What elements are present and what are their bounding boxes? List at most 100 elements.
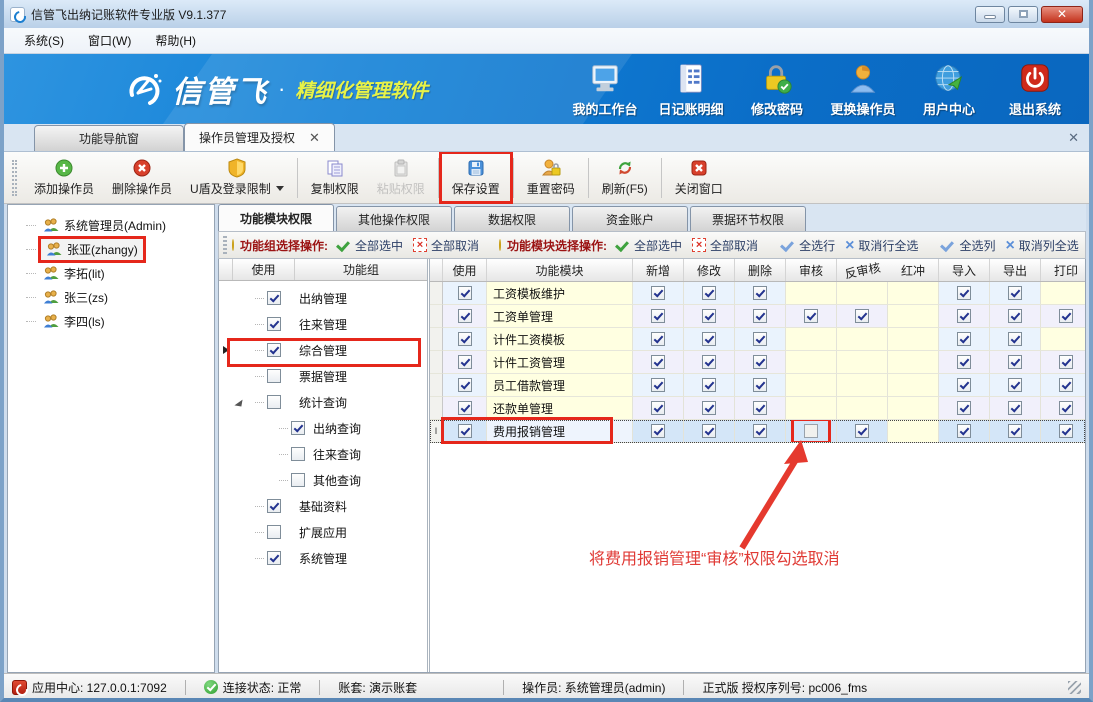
ukey-login-limit-button[interactable]: U盾及登录限制 <box>181 155 293 200</box>
perm-checkbox[interactable] <box>1059 355 1073 369</box>
perm-checkbox[interactable] <box>1008 309 1022 323</box>
shortcut-my-workbench[interactable]: 我的工作台 <box>569 62 641 118</box>
expand-triangle-icon[interactable] <box>234 398 242 406</box>
operator-item-lit[interactable]: 李拓(lit) <box>12 261 210 285</box>
group-select-all-button[interactable]: 全部选中 <box>336 237 403 254</box>
perm-checkbox[interactable] <box>651 401 665 415</box>
group-item[interactable]: 扩展应用 <box>219 519 427 545</box>
maximize-button[interactable] <box>1008 6 1038 23</box>
table-row[interactable]: 员工借款管理 <box>430 374 1085 397</box>
operator-item-ls[interactable]: 李四(ls) <box>12 309 210 333</box>
tab-other-permission[interactable]: 其他操作权限 <box>336 206 452 231</box>
perm-checkbox[interactable] <box>753 332 767 346</box>
reset-password-button[interactable]: 重置密码 <box>518 155 584 200</box>
perm-checkbox[interactable] <box>1008 332 1022 346</box>
group-checkbox[interactable] <box>267 525 281 539</box>
perm-checkbox[interactable] <box>957 401 971 415</box>
perm-checkbox[interactable] <box>702 286 716 300</box>
group-cancel-all-button[interactable]: ×全部取消 <box>413 237 479 254</box>
perm-checkbox[interactable] <box>651 355 665 369</box>
perm-checkbox[interactable] <box>957 309 971 323</box>
group-checkbox[interactable] <box>267 291 281 305</box>
shortcut-user-center[interactable]: 用户中心 <box>913 62 985 118</box>
perm-checkbox[interactable] <box>651 286 665 300</box>
group-item[interactable]: 基础资料 <box>219 493 427 519</box>
perm-checkbox[interactable] <box>1008 286 1022 300</box>
table-row[interactable]: 计件工资模板 <box>430 328 1085 351</box>
copy-permission-button[interactable]: 复制权限 <box>302 155 368 200</box>
tab-operator-management[interactable]: 操作员管理及授权 ✕ <box>184 123 335 151</box>
perm-checkbox[interactable] <box>1008 355 1022 369</box>
use-checkbox[interactable] <box>458 309 472 323</box>
shortcut-switch-operator[interactable]: 更换操作员 <box>827 62 899 118</box>
tab-module-permission[interactable]: 功能模块权限 <box>218 204 334 231</box>
perm-checkbox[interactable] <box>651 332 665 346</box>
shortcut-change-password[interactable]: 修改密码 <box>741 62 813 118</box>
use-checkbox[interactable] <box>458 401 472 415</box>
table-row[interactable]: 还款单管理 <box>430 397 1085 420</box>
use-checkbox[interactable] <box>458 378 472 392</box>
select-col-button[interactable]: 全选列 <box>940 237 995 254</box>
refresh-button[interactable]: 刷新(F5) <box>593 155 657 200</box>
perm-checkbox[interactable] <box>702 378 716 392</box>
operator-item-zs[interactable]: 张三(zs) <box>12 285 210 309</box>
group-checkbox[interactable] <box>291 447 305 461</box>
menu-window[interactable]: 窗口(W) <box>78 29 141 52</box>
group-item[interactable]: 票据管理 <box>219 363 427 389</box>
perm-checkbox[interactable] <box>957 332 971 346</box>
use-checkbox[interactable] <box>458 355 472 369</box>
minimize-button[interactable] <box>975 6 1005 23</box>
perm-checkbox[interactable] <box>651 309 665 323</box>
perm-checkbox[interactable] <box>702 401 716 415</box>
group-item[interactable]: 出纳管理 <box>219 285 427 311</box>
module-cancel-all-button[interactable]: ×全部取消 <box>692 237 758 254</box>
group-item[interactable]: 系统管理 <box>219 545 427 571</box>
perm-checkbox[interactable] <box>651 424 665 438</box>
close-window-button[interactable]: 关闭窗口 <box>666 155 732 200</box>
perm-checkbox[interactable] <box>1059 309 1073 323</box>
perm-checkbox[interactable] <box>753 401 767 415</box>
group-checkbox[interactable] <box>267 369 281 383</box>
table-row[interactable]: 计件工资管理 <box>430 351 1085 374</box>
operator-item-zhangy[interactable]: 张亚(zhangy) <box>12 237 210 261</box>
paste-permission-button[interactable]: 粘贴权限 <box>368 155 434 200</box>
perm-checkbox[interactable] <box>702 332 716 346</box>
use-checkbox[interactable] <box>458 286 472 300</box>
module-select-all-button[interactable]: 全部选中 <box>615 237 682 254</box>
group-checkbox[interactable] <box>267 343 281 357</box>
perm-checkbox[interactable] <box>651 378 665 392</box>
shortcut-exit-system[interactable]: 退出系统 <box>999 62 1071 118</box>
select-row-button[interactable]: 全选行 <box>780 237 835 254</box>
perm-checkbox[interactable] <box>957 286 971 300</box>
group-item-expandable[interactable]: 统计查询 <box>219 389 427 415</box>
tab-close-icon[interactable]: ✕ <box>309 133 320 143</box>
menu-system[interactable]: 系统(S) <box>14 29 74 52</box>
menu-help[interactable]: 帮助(H) <box>145 29 206 52</box>
perm-checkbox[interactable] <box>753 355 767 369</box>
perm-checkbox[interactable] <box>702 309 716 323</box>
group-item-current[interactable]: 综合管理 <box>219 337 427 363</box>
tab-data-permission[interactable]: 数据权限 <box>454 206 570 231</box>
tabstrip-close-icon[interactable]: ✕ <box>1068 130 1079 146</box>
perm-checkbox[interactable] <box>957 355 971 369</box>
delete-operator-button[interactable]: 删除操作员 <box>103 155 181 200</box>
tab-bill-stage-permission[interactable]: 票据环节权限 <box>690 206 806 231</box>
perm-checkbox[interactable] <box>1008 424 1022 438</box>
group-checkbox[interactable] <box>267 317 281 331</box>
tab-function-nav[interactable]: 功能导航窗 <box>34 125 184 151</box>
close-button[interactable]: ✕ <box>1041 6 1083 23</box>
perm-checkbox[interactable] <box>957 424 971 438</box>
group-subitem[interactable]: 其他查询 <box>219 467 427 493</box>
tab-fund-account[interactable]: 资金账户 <box>572 206 688 231</box>
use-checkbox[interactable] <box>458 424 472 438</box>
resize-grip[interactable] <box>1068 681 1081 694</box>
table-row[interactable]: 工资单管理 <box>430 305 1085 328</box>
operator-item-admin[interactable]: 系统管理员(Admin) <box>12 213 210 237</box>
perm-checkbox[interactable] <box>855 309 869 323</box>
cancel-col-button[interactable]: ×取消列全选 <box>1005 237 1078 254</box>
perm-checkbox[interactable] <box>1059 401 1073 415</box>
perm-checkbox[interactable] <box>702 355 716 369</box>
perm-checkbox[interactable] <box>753 309 767 323</box>
cancel-row-button[interactable]: ×取消行全选 <box>845 237 918 254</box>
add-operator-button[interactable]: 添加操作员 <box>25 155 103 200</box>
